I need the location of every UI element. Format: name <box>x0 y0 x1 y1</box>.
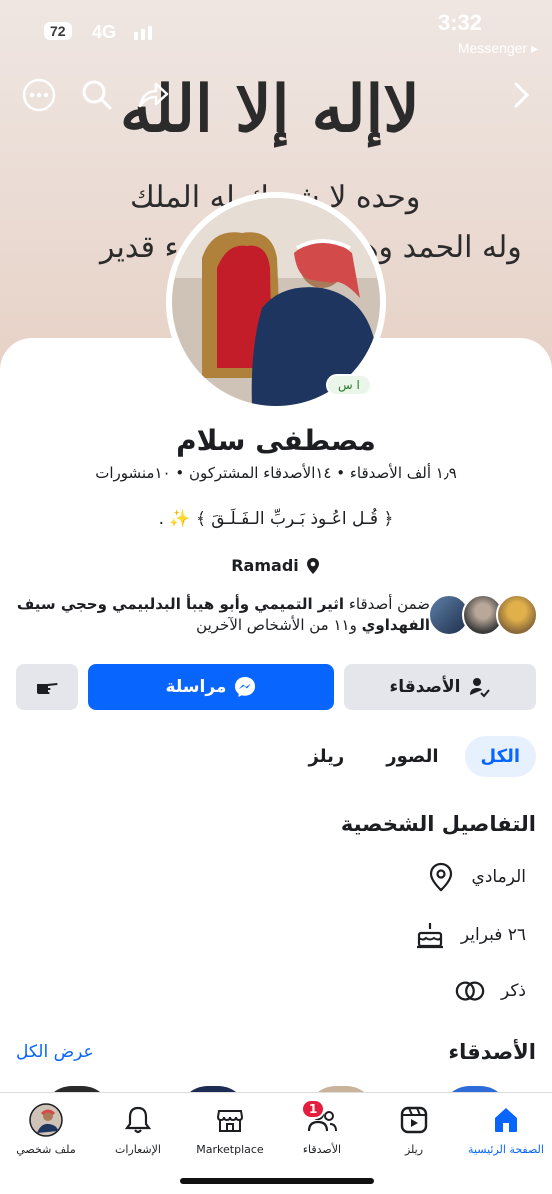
nav-home[interactable]: الصفحة الرئيسية <box>461 1103 551 1194</box>
home-icon <box>489 1103 523 1137</box>
mutual-friends-text: ضمن أصدقاء اثير التميمي وأبو هيبأ البدلب… <box>14 594 430 636</box>
more-actions-button[interactable] <box>16 664 78 710</box>
network-type: 4G <box>92 22 117 42</box>
reels-icon <box>397 1103 431 1137</box>
detail-gender-text: ذكر <box>500 981 526 1001</box>
more-options-icon[interactable] <box>22 78 56 112</box>
status-badge: ا س <box>326 374 372 396</box>
messenger-icon <box>235 677 256 697</box>
avatar <box>496 594 538 636</box>
share-icon[interactable] <box>136 78 170 112</box>
back-to-app-link[interactable]: Messenger ▸ <box>458 40 538 57</box>
nav-reels-label: ريلز <box>404 1143 424 1156</box>
detail-birthday-text: ٢٦ فبراير <box>460 925 526 945</box>
nav-profile-label: ملف شخصي <box>16 1143 76 1156</box>
profile-avatar-icon <box>29 1103 63 1137</box>
chevron-right-icon[interactable] <box>504 78 538 112</box>
birthday-cake-icon <box>415 920 445 950</box>
content-tabs: الكل الصور ريلز <box>293 736 536 777</box>
nav-friends-label: الأصدقاء <box>302 1143 342 1156</box>
friends-section-title: الأصدقاء <box>448 1040 536 1064</box>
friend-check-icon <box>470 678 491 698</box>
tab-photos[interactable]: الصور <box>370 736 454 777</box>
mutual-friends[interactable]: ضمن أصدقاء اثير التميمي وأبو هيبأ البدلب… <box>14 594 538 636</box>
detail-birthday: ٢٦ فبراير <box>415 920 526 950</box>
profile-location: Ramadi <box>0 556 552 575</box>
detail-gender: ذكر <box>455 976 526 1006</box>
status-bar: 72 4G 3:32 Messenger ▸ <box>0 0 552 60</box>
battery-indicator: 72 <box>44 22 72 40</box>
friends-button-label: الأصدقاء <box>389 677 461 697</box>
mutual-avatars <box>428 594 538 636</box>
mutual-suffix: و١١ من الأشخاص الآخرين <box>196 616 357 634</box>
bell-icon <box>121 1103 155 1137</box>
friends-section-header: عرض الكل الأصدقاء <box>16 1040 536 1064</box>
location-pin-icon <box>426 862 456 892</box>
poke-hand-icon <box>37 683 58 694</box>
nav-marketplace-label: Marketplace <box>196 1143 264 1156</box>
gender-rings-icon <box>455 976 485 1006</box>
profile-stats[interactable]: ١٫٩ ألف الأصدقاء • ١٤الأصدقاء المشتركون … <box>0 464 552 482</box>
nav-reels[interactable]: ريلز <box>369 1103 459 1194</box>
profile-name: مصطفى سلام <box>176 424 376 457</box>
clock: 3:32 <box>437 10 482 35</box>
nav-profile[interactable]: ملف شخصي <box>1 1103 91 1194</box>
message-button[interactable]: مراسلة <box>88 664 334 710</box>
tab-reels[interactable]: ريلز <box>293 736 361 777</box>
signal-icon <box>134 26 152 40</box>
see-all-friends-link[interactable]: عرض الكل <box>16 1042 94 1062</box>
message-button-label: مراسلة <box>165 677 227 697</box>
home-indicator <box>180 1178 374 1184</box>
friends-notification-badge: 1 <box>301 1099 326 1119</box>
location-label: Ramadi <box>231 556 299 575</box>
detail-location-text: الرمادي <box>471 867 526 887</box>
tab-all[interactable]: الكل <box>464 736 536 777</box>
friends-status-button[interactable]: الأصدقاء <box>344 664 536 710</box>
location-pin-icon <box>306 557 319 574</box>
nav-home-label: الصفحة الرئيسية <box>468 1143 544 1156</box>
marketplace-icon <box>213 1103 247 1137</box>
search-icon[interactable] <box>80 78 114 112</box>
mutual-prefix: ضمن أصدقاء <box>348 595 430 613</box>
details-title: التفاصيل الشخصية <box>340 812 536 836</box>
nav-notifications-label: الإشعارات <box>115 1143 161 1156</box>
nav-notifications[interactable]: الإشعارات <box>93 1103 183 1194</box>
profile-bio: ﴿ قُـل اعُـوذ بَـربِّ الـفَـلَـقَ ﴾ ✨ . <box>158 509 394 529</box>
detail-location: الرمادي <box>426 862 526 892</box>
